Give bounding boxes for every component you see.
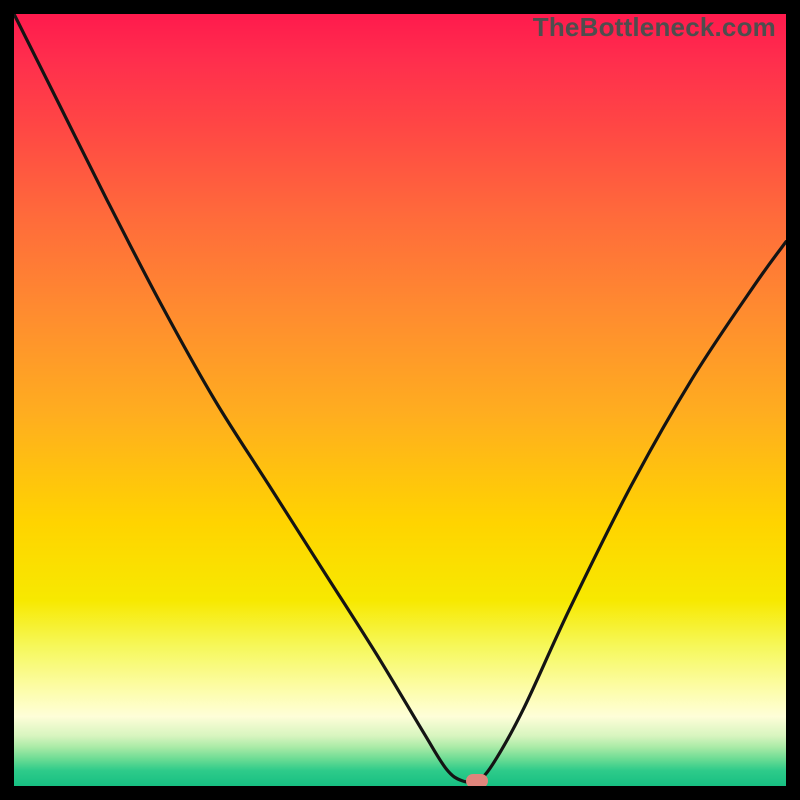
plot-area: TheBottleneck.com xyxy=(14,14,786,786)
watermark-text: TheBottleneck.com xyxy=(533,14,776,43)
bottleneck-marker xyxy=(466,774,488,786)
chart-frame: TheBottleneck.com xyxy=(0,0,800,800)
bottleneck-curve xyxy=(14,14,786,782)
curve-svg xyxy=(14,14,786,786)
